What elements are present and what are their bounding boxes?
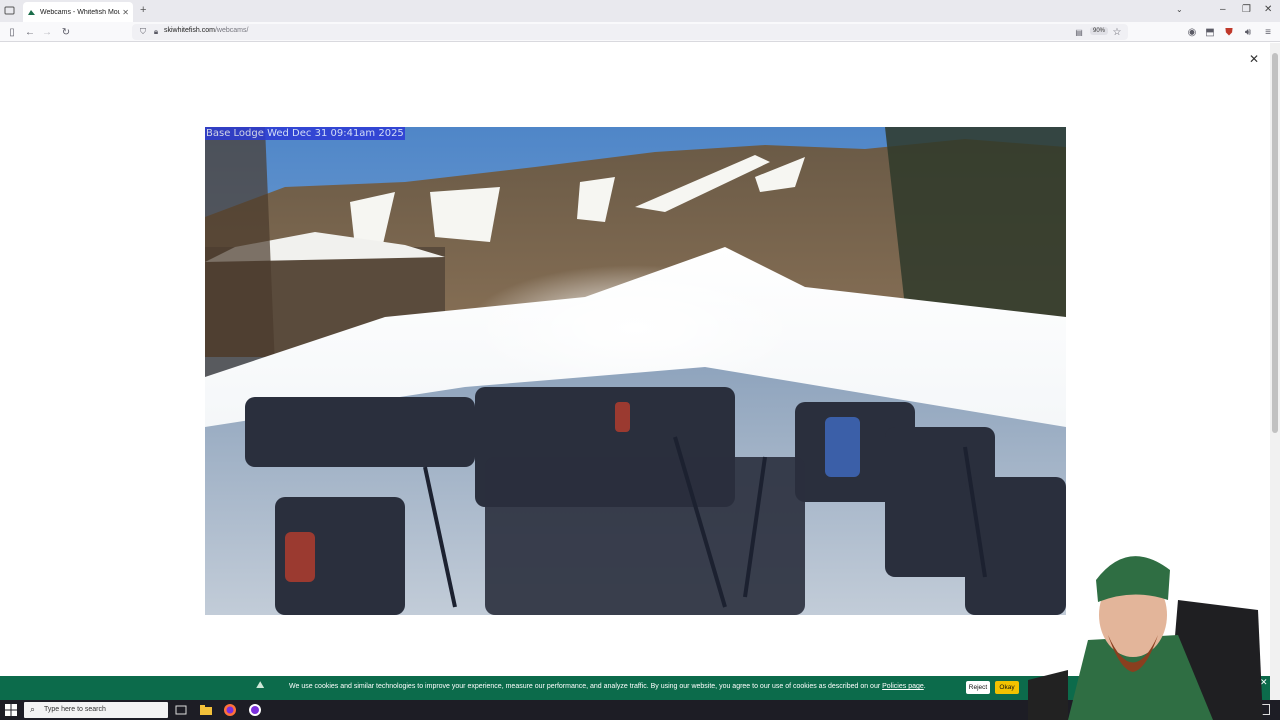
webcam-timestamp-label: Base Lodge Wed Dec 31 09:41am 2025 [205,127,405,140]
close-modal-icon[interactable]: ✕ [1249,52,1259,66]
firefox-icon[interactable] [223,703,237,717]
url-domain: skiwhitefish.com [164,27,215,34]
policies-link[interactable]: Policies page [882,683,924,690]
close-window-icon[interactable]: ✕ [1264,4,1272,15]
shield-icon[interactable]: ⛉ [136,25,150,39]
webcam-scene [205,127,1066,615]
forward-icon[interactable]: → [40,25,54,39]
whitefish-logo-icon: ⛰ [256,680,265,691]
windows-taskbar: ⌕ Type here to search [0,700,1280,720]
notification-icon[interactable] [1258,704,1270,715]
zoom-level[interactable]: 90% [1090,27,1109,35]
tab-title: Webcams - Whitefish Mountain [40,8,121,16]
reader-view-icon[interactable]: ▤ [1072,25,1086,39]
file-explorer-icon[interactable] [199,703,213,717]
close-tab-icon[interactable]: ✕ [122,8,129,17]
bookmark-star-icon[interactable]: ☆ [1110,25,1124,39]
close-banner-icon[interactable]: ✕ [1260,677,1268,688]
reject-button[interactable]: Reject [966,681,990,694]
webcam-image: Base Lodge Wed Dec 31 09:41am 2025 [205,127,1066,615]
tab-webcams[interactable]: Webcams - Whitefish Mountain ✕ [23,2,133,22]
new-tab-icon[interactable]: + [140,4,146,16]
hamburger-menu-icon[interactable]: ≡ [1261,25,1275,39]
okay-button[interactable]: Okay [995,681,1019,694]
cookie-text: We use cookies and similar technologies … [289,683,926,690]
navigation-bar: ▯ ← → ↻ ⛉ 🔒︎ skiwhitefish.com/webcams/ ▤… [0,22,1280,42]
tab-overview-icon[interactable] [4,5,15,16]
obs-icon[interactable] [248,703,262,717]
page-scrollbar[interactable] [1270,43,1280,702]
search-icon: ⌕ [30,704,36,714]
taskbar-search-placeholder: Type here to search [44,706,106,713]
minimize-icon[interactable]: – [1220,4,1226,15]
restore-icon[interactable]: ❐ [1242,4,1251,15]
ublock-icon[interactable]: ⛊ [1222,25,1236,39]
cookie-message-end: . [923,683,926,690]
back-icon[interactable]: ← [23,25,37,39]
windows-start-icon[interactable] [5,704,17,716]
cookie-message: We use cookies and similar technologies … [289,683,883,690]
cookie-banner: ⛰ We use cookies and similar technologie… [0,676,1270,700]
chevron-down-icon[interactable]: ⌄ [1176,5,1183,14]
puzzle-icon[interactable]: ⬒ [1203,25,1217,39]
lock-icon[interactable]: 🔒︎ [149,25,163,39]
scrollbar-thumb[interactable] [1272,53,1278,433]
taskbar-search-box[interactable]: ⌕ Type here to search [24,702,168,718]
url-text[interactable]: skiwhitefish.com/webcams/ [164,27,248,34]
url-path: /webcams/ [214,27,249,34]
whitefish-favicon-icon [28,9,35,15]
reload-icon[interactable]: ↻ [59,25,73,39]
address-bar[interactable]: ⛉ 🔒︎ skiwhitefish.com/webcams/ ▤ 90% ☆ [132,24,1128,40]
extension-icon[interactable]: ◉ [1185,25,1199,39]
tab-strip: Webcams - Whitefish Mountain ✕ + ⌄ – ❐ ✕ [0,0,1280,22]
sidebar-icon[interactable]: ▯ [5,25,19,39]
speaker-icon[interactable]: 🔊︎ [1241,25,1255,39]
task-view-icon[interactable] [174,703,188,717]
